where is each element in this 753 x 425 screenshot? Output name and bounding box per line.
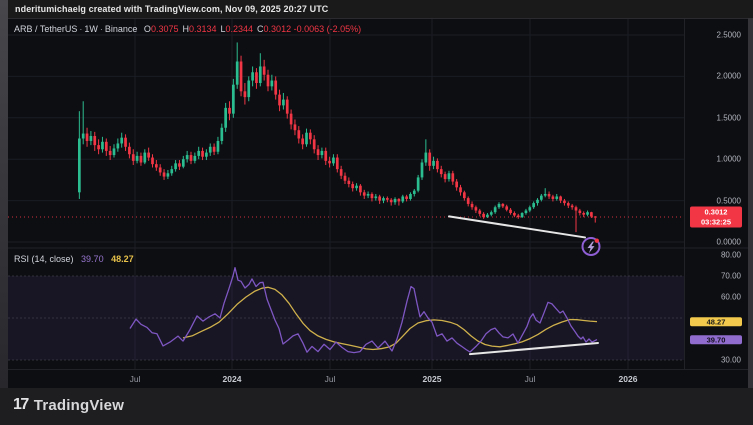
change-value: -0.0063 (-2.05%) bbox=[293, 24, 362, 34]
tradingview-wordmark: TradingView bbox=[33, 396, 125, 414]
ohlc-h: H0.3134 bbox=[182, 24, 217, 34]
symbol-interval[interactable]: 1W bbox=[84, 24, 98, 34]
ohlc-l: L0.2344 bbox=[220, 24, 254, 34]
rsi-tick: 30.00 bbox=[720, 355, 741, 365]
current-price-label: 0.3012 03:32:25 bbox=[690, 206, 742, 228]
price-axis[interactable]: 0.3012 03:32:25 48.27 39.70 2.5000 2.0000… bbox=[684, 19, 749, 369]
current-price: 0.3012 bbox=[704, 207, 728, 217]
rsi-title[interactable]: RSI (14, close) bbox=[14, 254, 74, 264]
time-tick-jul: Jul bbox=[129, 374, 141, 384]
symbol-exchange[interactable]: Binance bbox=[105, 24, 138, 34]
rsi-value: 39.70 bbox=[81, 254, 104, 264]
ohlc-values: O0.3075 H0.3134 L0.2344 C0.3012 bbox=[140, 24, 291, 34]
chart-widget[interactable]: ARB / TetherUS · 1W · Binance O0.3075 H0.3134… bbox=[8, 18, 748, 388]
attribution-text: nderitumichaelg created with TradingView… bbox=[15, 4, 329, 14]
time-tick-jul: Jul bbox=[524, 374, 536, 384]
price-tick: 1.5000 bbox=[716, 113, 741, 123]
time-tick-2026: 2026 bbox=[618, 374, 638, 384]
symbol-legend[interactable]: ARB / TetherUS · 1W · Binance O0.3075 H0.3134… bbox=[14, 24, 361, 34]
bar-countdown: 03:32:25 bbox=[700, 217, 732, 226]
rsi-legend[interactable]: RSI (14, close) 39.70 48.27 bbox=[14, 254, 134, 264]
price-tick: 0.5000 bbox=[716, 196, 741, 206]
time-tick-2025: 2025 bbox=[422, 374, 442, 384]
ohlc-c: C0.3012 bbox=[257, 24, 292, 34]
legend-separator: · bbox=[99, 24, 103, 34]
page-background-gutter bbox=[0, 0, 8, 388]
rsi-tick: 70.00 bbox=[720, 271, 741, 281]
price-tick: 0.0000 bbox=[716, 237, 741, 247]
chart-canvas[interactable] bbox=[8, 19, 748, 389]
footer-bar: 17 TradingView bbox=[0, 388, 753, 425]
ohlc-o: O0.3075 bbox=[143, 24, 179, 34]
price-tick: 2.0000 bbox=[716, 71, 741, 81]
tradingview-logo[interactable]: 17 TradingView bbox=[13, 396, 124, 414]
symbol-title[interactable]: ARB / TetherUS bbox=[14, 24, 77, 34]
price-tick: 2.5000 bbox=[716, 30, 741, 40]
time-axis[interactable]: Jul 2024 Jul 2025 Jul 2026 bbox=[8, 369, 748, 390]
tradingview-screenshot: { "top_bar": { "text": "nderitumichaelg … bbox=[0, 0, 753, 425]
time-tick-2024: 2024 bbox=[222, 374, 242, 384]
rsi-tick: 80.00 bbox=[720, 250, 741, 260]
rsi-axis-label: 39.70 bbox=[690, 334, 742, 345]
rsi-ma-value: 48.27 bbox=[111, 254, 134, 264]
price-tick: 1.0000 bbox=[716, 154, 741, 164]
tradingview-mark-icon: 17 bbox=[13, 396, 29, 413]
rsi-ma-axis-label: 48.27 bbox=[690, 316, 742, 327]
attribution-bar: nderitumichaelg created with TradingView… bbox=[8, 0, 753, 18]
rsi-tick: 60.00 bbox=[720, 292, 741, 302]
time-tick-jul: Jul bbox=[324, 374, 336, 384]
